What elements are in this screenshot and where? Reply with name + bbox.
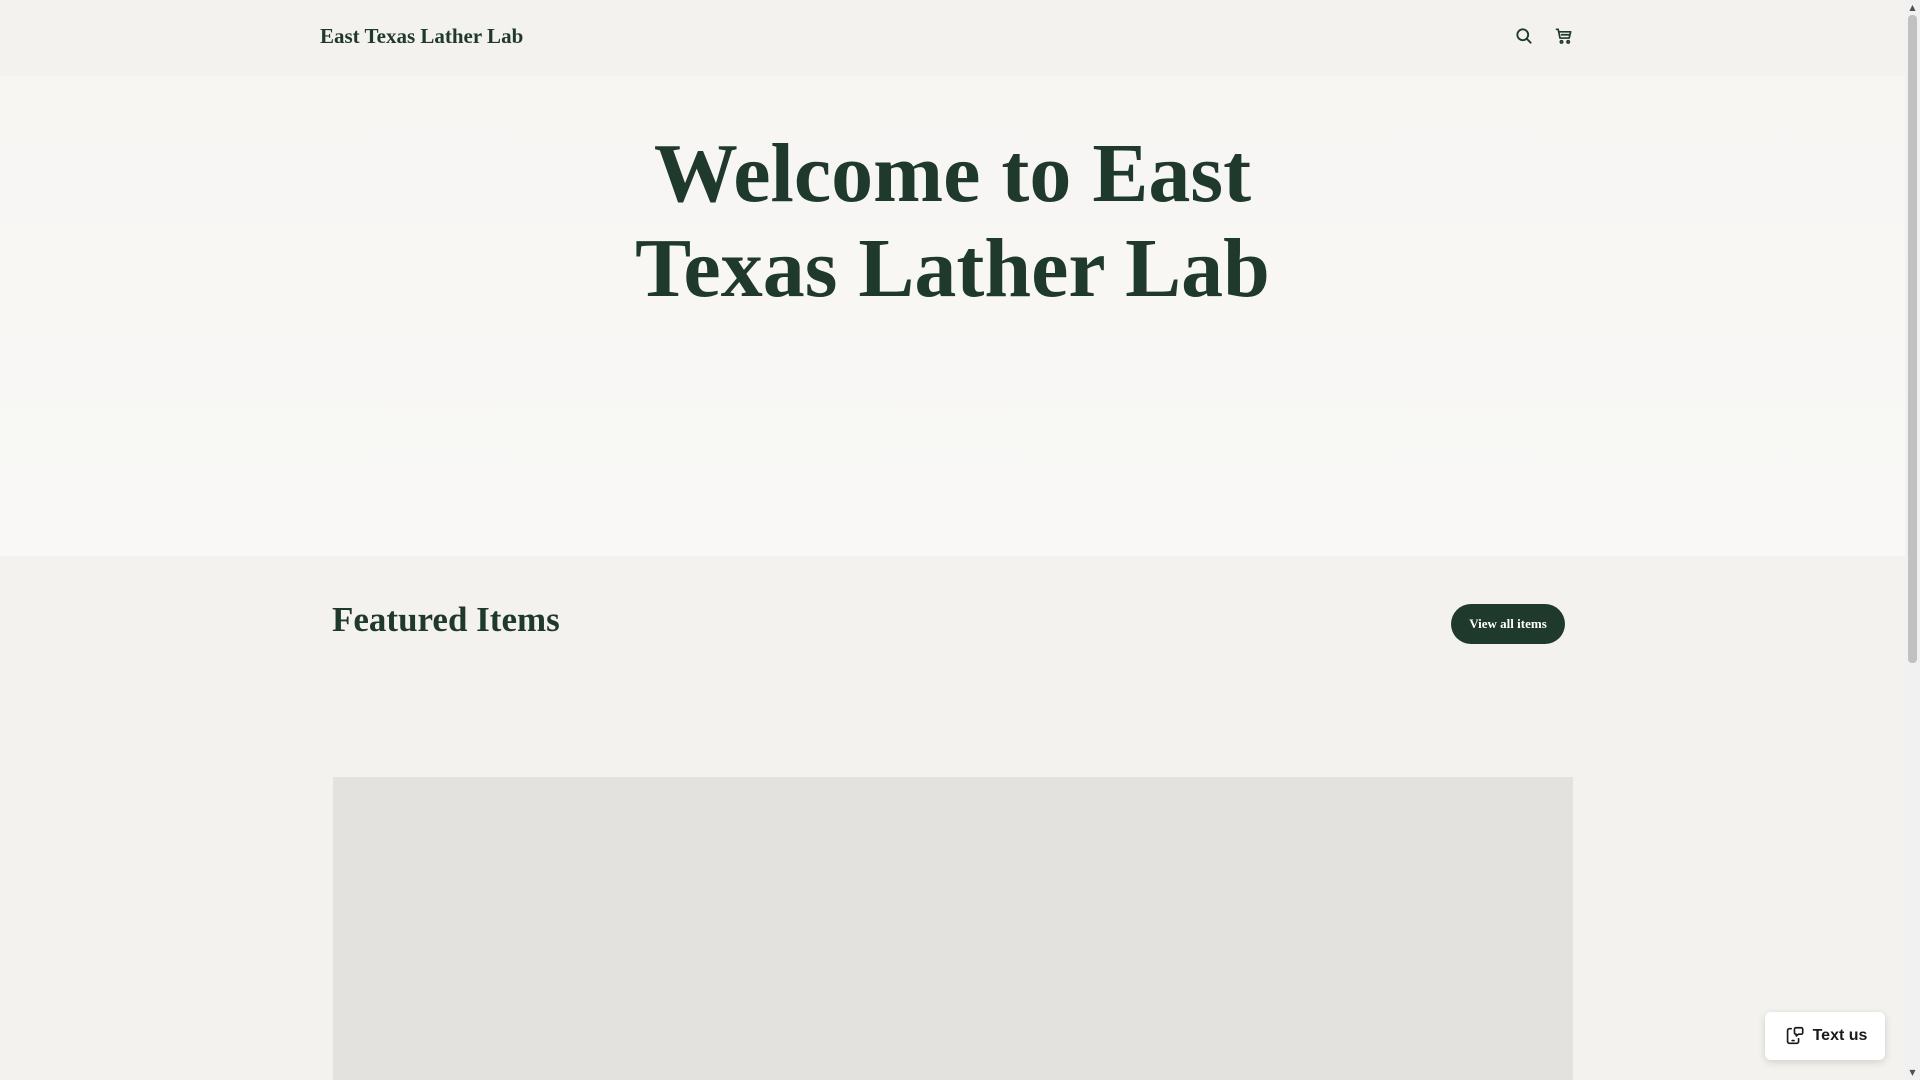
text-us-label: Text us bbox=[1812, 1027, 1868, 1044]
page-scrollbar[interactable]: ▲ ▼ bbox=[1905, 0, 1920, 1080]
featured-product-image[interactable] bbox=[333, 777, 1573, 1080]
site-header: East Texas Lather Lab bbox=[0, 0, 1905, 76]
search-icon bbox=[1516, 28, 1532, 44]
search-button[interactable] bbox=[1512, 24, 1536, 48]
header-icons bbox=[1512, 24, 1576, 48]
featured-items-heading: Featured Items bbox=[332, 600, 560, 639]
chat-phone-icon bbox=[1786, 1026, 1804, 1045]
hero-title: Welcome to East Texas Lather Lab bbox=[635, 127, 1270, 315]
scroll-down-arrow-icon[interactable]: ▼ bbox=[1905, 1065, 1920, 1080]
view-all-items-button[interactable]: View all items bbox=[1451, 604, 1565, 644]
text-us-button[interactable]: Text us bbox=[1765, 1012, 1885, 1060]
brand-logo-link[interactable]: East Texas Lather Lab bbox=[320, 24, 523, 49]
scroll-up-arrow-icon[interactable]: ▲ bbox=[1905, 0, 1920, 15]
cart-button[interactable] bbox=[1552, 24, 1576, 48]
scrollbar-thumb[interactable] bbox=[1908, 15, 1917, 663]
hero-section: Welcome to East Texas Lather Lab bbox=[0, 76, 1905, 556]
cart-icon bbox=[1555, 28, 1572, 44]
